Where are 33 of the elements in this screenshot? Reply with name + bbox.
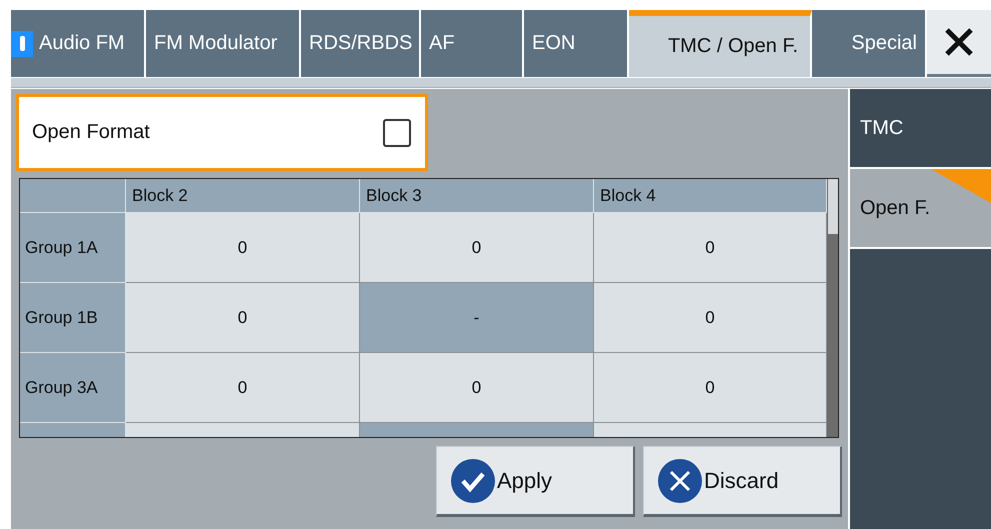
- table-cell[interactable]: 0: [594, 283, 827, 353]
- column-header: Block 3: [360, 179, 594, 213]
- tab[interactable]: Audio FM: [11, 10, 146, 77]
- option-label: Open Format: [32, 121, 150, 144]
- table-cell[interactable]: 0: [360, 213, 594, 283]
- tab[interactable]: FM Modulator: [146, 10, 301, 77]
- tab[interactable]: RDS/RBDS: [301, 10, 421, 77]
- close-icon: [658, 458, 702, 502]
- table-cell[interactable]: 0: [126, 353, 360, 423]
- side-tab[interactable]: TMC: [850, 89, 991, 167]
- row-header: Group 1A: [20, 213, 126, 283]
- table-cell[interactable]: 0: [360, 353, 594, 423]
- side-tab[interactable]: Open F.: [850, 169, 991, 247]
- column-header: Block 2: [126, 179, 360, 213]
- apply-button[interactable]: Apply: [436, 446, 635, 517]
- table-cell[interactable]: 0: [594, 213, 827, 283]
- tab[interactable]: AF: [421, 10, 524, 77]
- table-cell[interactable]: 0: [126, 213, 360, 283]
- close-button[interactable]: [927, 10, 991, 77]
- tab[interactable]: TMC / Open F.: [629, 10, 812, 77]
- check-icon: [451, 458, 495, 502]
- tab[interactable]: Special: [812, 10, 927, 77]
- row-header: Group 3A: [20, 353, 126, 423]
- checkbox[interactable]: [383, 118, 411, 146]
- scrollbar[interactable]: [827, 179, 838, 437]
- row-header: Group 1B: [20, 283, 126, 353]
- table-cell[interactable]: 0: [594, 353, 827, 423]
- close-icon: [944, 27, 974, 57]
- table-cell[interactable]: 0: [126, 283, 360, 353]
- tab[interactable]: EON: [524, 10, 629, 77]
- column-header: Block 4: [594, 179, 827, 213]
- discard-button[interactable]: Discard: [643, 446, 842, 517]
- table-cell: -: [360, 283, 594, 353]
